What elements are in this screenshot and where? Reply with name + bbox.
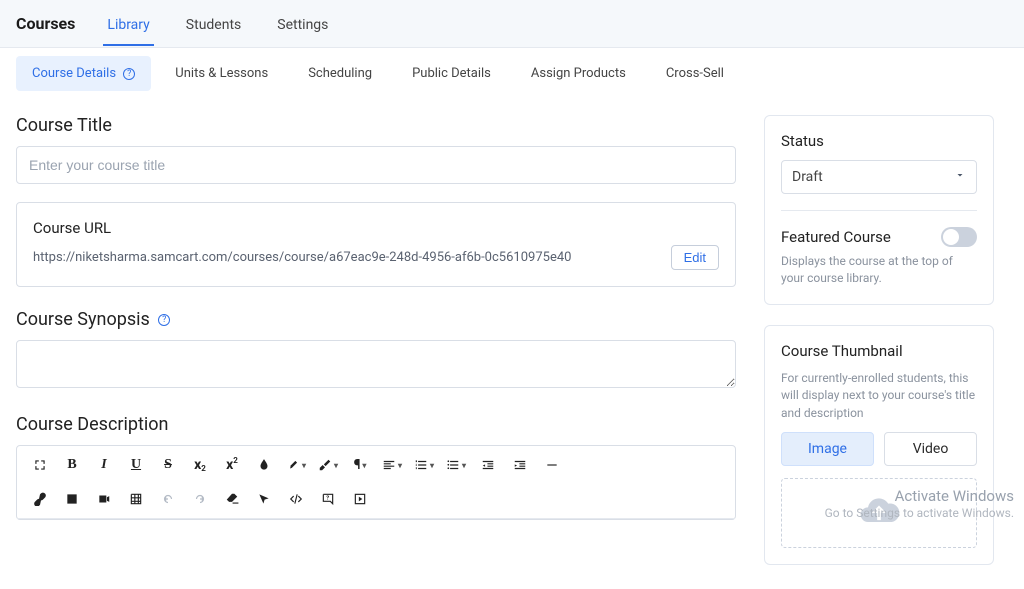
strikethrough-icon[interactable]: S xyxy=(153,452,183,478)
tab-settings[interactable]: Settings xyxy=(273,3,332,45)
thumbnail-dropzone[interactable] xyxy=(781,478,977,548)
thumbnail-tab-image[interactable]: Image xyxy=(781,432,874,466)
course-url-box: Course URL https://niketsharma.samcart.c… xyxy=(16,202,736,287)
editor-toolbar: B I U S x2 x2 ▾ ▾ ¶▾ ▾ ▾ ▾ xyxy=(17,446,735,519)
top-nav: Library Students Settings xyxy=(103,3,332,45)
rich-text-editor: B I U S x2 x2 ▾ ▾ ¶▾ ▾ ▾ ▾ xyxy=(16,445,736,520)
course-synopsis-label: Course Synopsis ? xyxy=(16,309,736,330)
status-card: Status Draft Featured Course Displays th… xyxy=(764,115,994,305)
horizontal-rule-icon[interactable] xyxy=(537,452,567,478)
video-icon[interactable] xyxy=(89,486,119,512)
top-bar: Courses Library Students Settings xyxy=(0,0,1024,48)
paragraph-icon[interactable]: ¶▾ xyxy=(345,452,375,478)
right-column: Status Draft Featured Course Displays th… xyxy=(764,115,994,565)
redo-icon[interactable] xyxy=(185,486,215,512)
subtab-scheduling[interactable]: Scheduling xyxy=(292,56,388,91)
ordered-list-icon[interactable]: ▾ xyxy=(409,452,439,478)
subtab-public-details[interactable]: Public Details xyxy=(396,56,507,91)
select-icon[interactable] xyxy=(249,486,279,512)
thumbnail-label: Course Thumbnail xyxy=(781,342,977,360)
featured-label: Featured Course xyxy=(781,228,891,246)
upload-icon xyxy=(857,489,901,537)
eraser-icon[interactable] xyxy=(217,486,247,512)
course-title-input[interactable] xyxy=(16,146,736,184)
featured-desc: Displays the course at the top of your c… xyxy=(781,253,977,288)
status-label: Status xyxy=(781,132,977,150)
featured-toggle[interactable] xyxy=(941,227,977,247)
play-icon[interactable] xyxy=(345,486,375,512)
thumbnail-card: Course Thumbnail For currently-enrolled … xyxy=(764,325,994,565)
subtab-course-details[interactable]: Course Details ? xyxy=(16,56,151,91)
subtab-label: Course Details xyxy=(32,66,116,81)
course-synopsis-input[interactable] xyxy=(16,340,736,388)
status-value: Draft xyxy=(792,169,823,185)
left-column: Course Title Course URL https://niketsha… xyxy=(16,115,736,565)
main-content: Course Title Course URL https://niketsha… xyxy=(0,91,1024,589)
code-view-icon[interactable] xyxy=(281,486,311,512)
bold-icon[interactable]: B xyxy=(57,452,87,478)
underline-icon[interactable]: U xyxy=(121,452,151,478)
status-select[interactable]: Draft xyxy=(781,160,977,194)
tab-library[interactable]: Library xyxy=(103,3,153,45)
help-tool-icon[interactable]: ? xyxy=(313,486,343,512)
course-title-label: Course Title xyxy=(16,115,736,136)
italic-icon[interactable]: I xyxy=(89,452,119,478)
table-icon[interactable] xyxy=(121,486,151,512)
svg-text:?: ? xyxy=(326,496,329,502)
subtab-cross-sell[interactable]: Cross-Sell xyxy=(650,56,740,91)
chevron-down-icon xyxy=(954,169,966,185)
sub-nav: Course Details ? Units & Lessons Schedul… xyxy=(0,48,1024,91)
thumbnail-tabs: Image Video xyxy=(781,432,977,466)
thumbnail-tab-video[interactable]: Video xyxy=(884,432,977,466)
indent-icon[interactable] xyxy=(505,452,535,478)
help-icon[interactable]: ? xyxy=(123,68,135,80)
brand-title: Courses xyxy=(16,14,75,33)
edit-url-button[interactable]: Edit xyxy=(671,245,719,270)
outdent-icon[interactable] xyxy=(473,452,503,478)
subtab-units-lessons[interactable]: Units & Lessons xyxy=(159,56,284,91)
unordered-list-icon[interactable]: ▾ xyxy=(441,452,471,478)
image-icon[interactable] xyxy=(57,486,87,512)
highlight-icon[interactable]: ▾ xyxy=(313,452,343,478)
course-description-label: Course Description xyxy=(16,414,736,435)
link-icon[interactable] xyxy=(25,486,55,512)
subscript-icon[interactable]: x2 xyxy=(185,452,215,478)
subtab-assign-products[interactable]: Assign Products xyxy=(515,56,642,91)
course-url-value: https://niketsharma.samcart.com/courses/… xyxy=(33,250,663,265)
thumbnail-desc: For currently-enrolled students, this wi… xyxy=(781,370,977,422)
undo-icon[interactable] xyxy=(153,486,183,512)
text-color-icon[interactable] xyxy=(249,452,279,478)
paint-icon[interactable]: ▾ xyxy=(281,452,311,478)
tab-students[interactable]: Students xyxy=(182,3,245,45)
help-icon[interactable]: ? xyxy=(158,314,170,326)
fullscreen-icon[interactable] xyxy=(25,452,55,478)
course-url-label: Course URL xyxy=(33,219,719,237)
align-icon[interactable]: ▾ xyxy=(377,452,407,478)
superscript-icon[interactable]: x2 xyxy=(217,452,247,478)
